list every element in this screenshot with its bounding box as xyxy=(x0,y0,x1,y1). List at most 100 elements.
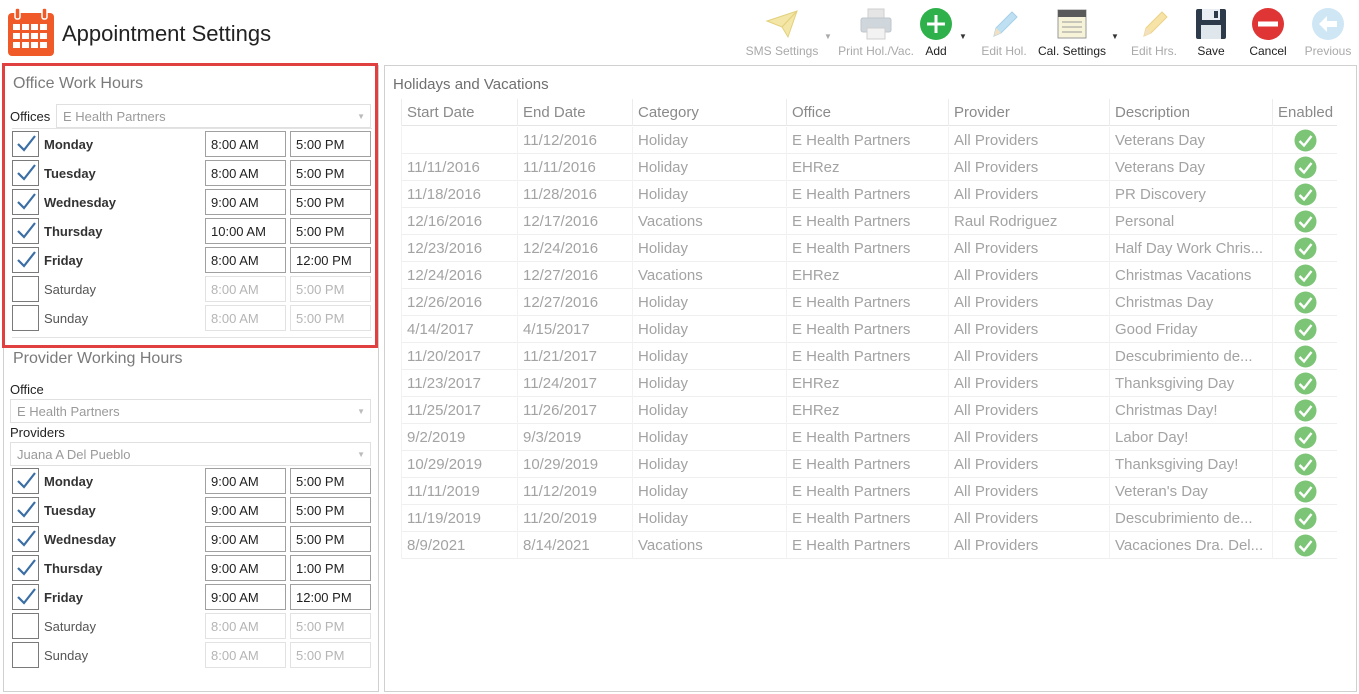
start-time-input[interactable]: 8:00 AM xyxy=(205,642,286,668)
enabled-cell xyxy=(1272,181,1337,208)
day-checkbox[interactable] xyxy=(12,555,39,581)
day-checkbox[interactable] xyxy=(12,497,39,523)
start-time-input[interactable]: 9:00 AM xyxy=(205,584,286,610)
table-cell: All Providers xyxy=(948,181,1109,208)
table-row[interactable]: 11/11/2019 11/12/2019 Holiday E Health Part… xyxy=(401,478,1337,505)
day-checkbox[interactable] xyxy=(12,276,39,302)
table-row[interactable]: 8/9/2021 8/14/2021 Vacations E Health Partn… xyxy=(401,532,1337,559)
edit-hrs-button[interactable]: Edit Hrs. xyxy=(1128,4,1180,64)
column-header[interactable]: Start Date xyxy=(401,99,517,126)
offices-select[interactable]: E Health Partners ▼ xyxy=(56,104,371,128)
end-time-input[interactable]: 5:00 PM xyxy=(290,218,371,244)
start-time-input[interactable]: 8:00 AM xyxy=(205,613,286,639)
column-header[interactable]: Enabled xyxy=(1272,99,1337,126)
start-time-input[interactable]: 9:00 AM xyxy=(205,189,286,215)
start-time-input[interactable]: 9:00 AM xyxy=(205,555,286,581)
table-row[interactable]: 11/11/2016 11/11/2016 Holiday EHRez All Prov… xyxy=(401,154,1337,181)
enabled-cell xyxy=(1272,424,1337,451)
end-time-input[interactable]: 5:00 PM xyxy=(290,613,371,639)
table-cell: 12/17/2016 xyxy=(517,208,632,235)
day-checkbox[interactable] xyxy=(12,526,39,552)
chevron-down-icon: ▼ xyxy=(357,407,365,416)
table-row[interactable]: 11/19/2019 11/20/2019 Holiday E Health Part… xyxy=(401,505,1337,532)
end-time-input[interactable]: 5:00 PM xyxy=(290,526,371,552)
start-time-input[interactable]: 9:00 AM xyxy=(205,497,286,523)
save-button[interactable]: Save xyxy=(1190,4,1232,64)
day-checkbox[interactable] xyxy=(12,131,39,157)
day-checkbox[interactable] xyxy=(12,218,39,244)
end-time-input[interactable]: 5:00 PM xyxy=(290,131,371,157)
end-time-input[interactable]: 5:00 PM xyxy=(290,497,371,523)
table-row[interactable]: 11/20/2017 11/21/2017 Holiday E Health Part… xyxy=(401,343,1337,370)
end-time-input[interactable]: 5:00 PM xyxy=(290,276,371,302)
column-header[interactable]: Category xyxy=(632,99,786,126)
table-cell: Holiday xyxy=(632,235,786,262)
previous-button[interactable]: Previous xyxy=(1302,4,1354,64)
table-row[interactable]: 11/23/2017 11/24/2017 Holiday EHRez All Prov… xyxy=(401,370,1337,397)
end-time-input[interactable]: 5:00 PM xyxy=(290,189,371,215)
chevron-down-icon[interactable]: ▼ xyxy=(1111,32,1119,41)
table-cell: 11/12/2019 xyxy=(517,478,632,505)
column-header[interactable]: Description xyxy=(1109,99,1272,126)
start-time-input[interactable]: 8:00 AM xyxy=(205,305,286,331)
table-row[interactable]: 12/23/2016 12/24/2016 Holiday E Health Part… xyxy=(401,235,1337,262)
column-header[interactable]: Office xyxy=(786,99,948,126)
day-checkbox[interactable] xyxy=(12,468,39,494)
day-checkbox[interactable] xyxy=(12,584,39,610)
day-checkbox[interactable] xyxy=(12,247,39,273)
end-time-input[interactable]: 5:00 PM xyxy=(290,305,371,331)
day-row-tuesday: Tuesday 9:00 AM 5:00 PM xyxy=(4,496,380,525)
day-row-monday: Monday 8:00 AM 5:00 PM xyxy=(4,130,380,159)
table-cell: Holiday xyxy=(632,289,786,316)
add-button[interactable]: Add xyxy=(916,4,956,64)
chevron-down-icon[interactable]: ▼ xyxy=(824,32,832,41)
cal-settings-button[interactable]: Cal. Settings xyxy=(1034,4,1110,64)
column-header[interactable]: Provider xyxy=(948,99,1109,126)
end-time-input[interactable]: 5:00 PM xyxy=(290,642,371,668)
cancel-button[interactable]: Cancel xyxy=(1246,4,1290,64)
edit-hol-button[interactable]: Edit Hol. xyxy=(976,4,1032,64)
table-row[interactable]: 11/12/2016 Holiday E Health Partners All Pr… xyxy=(401,127,1337,154)
start-time-input[interactable]: 8:00 AM xyxy=(205,131,286,157)
table-row[interactable]: 12/26/2016 12/27/2016 Holiday E Health Part… xyxy=(401,289,1337,316)
end-time-input[interactable]: 12:00 PM xyxy=(290,584,371,610)
table-row[interactable]: 10/29/2019 10/29/2019 Holiday E Health Part… xyxy=(401,451,1337,478)
table-cell: E Health Partners xyxy=(786,289,948,316)
day-checkbox[interactable] xyxy=(12,160,39,186)
table-cell: 12/16/2016 xyxy=(401,208,517,235)
table-cell: 11/11/2016 xyxy=(401,154,517,181)
table-row[interactable]: 11/25/2017 11/26/2017 Holiday EHRez All Prov… xyxy=(401,397,1337,424)
end-time-input[interactable]: 1:00 PM xyxy=(290,555,371,581)
paper-plane-icon xyxy=(765,10,798,39)
table-row[interactable]: 11/18/2016 11/28/2016 Holiday E Health Part… xyxy=(401,181,1337,208)
start-time-input[interactable]: 8:00 AM xyxy=(205,160,286,186)
providers-select[interactable]: Juana A Del Pueblo ▼ xyxy=(10,442,371,466)
start-time-input[interactable]: 10:00 AM xyxy=(205,218,286,244)
table-row[interactable]: 9/2/2019 9/3/2019 Holiday E Health Partners… xyxy=(401,424,1337,451)
table-cell: EHRez xyxy=(786,370,948,397)
chevron-down-icon[interactable]: ▼ xyxy=(959,32,967,41)
end-time-input[interactable]: 5:00 PM xyxy=(290,468,371,494)
table-cell: Holiday xyxy=(632,154,786,181)
day-checkbox[interactable] xyxy=(12,642,39,668)
end-time-input[interactable]: 12:00 PM xyxy=(290,247,371,273)
start-time-input[interactable]: 8:00 AM xyxy=(205,276,286,302)
column-header[interactable]: End Date xyxy=(517,99,632,126)
table-cell: Vacaciones Dra. Del... xyxy=(1109,532,1272,559)
start-time-input[interactable]: 9:00 AM xyxy=(205,468,286,494)
table-row[interactable]: 4/14/2017 4/15/2017 Holiday E Health Partne… xyxy=(401,316,1337,343)
end-time-input[interactable]: 5:00 PM xyxy=(290,160,371,186)
print-hol-vac-button[interactable]: Print Hol./Vac. xyxy=(836,4,916,64)
day-checkbox[interactable] xyxy=(12,613,39,639)
table-row[interactable]: 12/16/2016 12/17/2016 Vacations E Health Pa… xyxy=(401,208,1337,235)
start-time-input[interactable]: 9:00 AM xyxy=(205,526,286,552)
table-row[interactable]: 12/24/2016 12/27/2016 Vacations EHRez All Pr… xyxy=(401,262,1337,289)
day-checkbox[interactable] xyxy=(12,189,39,215)
offices-select-value: E Health Partners xyxy=(63,109,166,124)
table-cell: 8/14/2021 xyxy=(517,532,632,559)
sms-settings-button[interactable]: SMS Settings xyxy=(744,4,820,64)
day-checkbox[interactable] xyxy=(12,305,39,331)
office-select[interactable]: E Health Partners ▼ xyxy=(10,399,371,423)
day-row-friday: Friday 9:00 AM 12:00 PM xyxy=(4,583,380,612)
start-time-input[interactable]: 8:00 AM xyxy=(205,247,286,273)
